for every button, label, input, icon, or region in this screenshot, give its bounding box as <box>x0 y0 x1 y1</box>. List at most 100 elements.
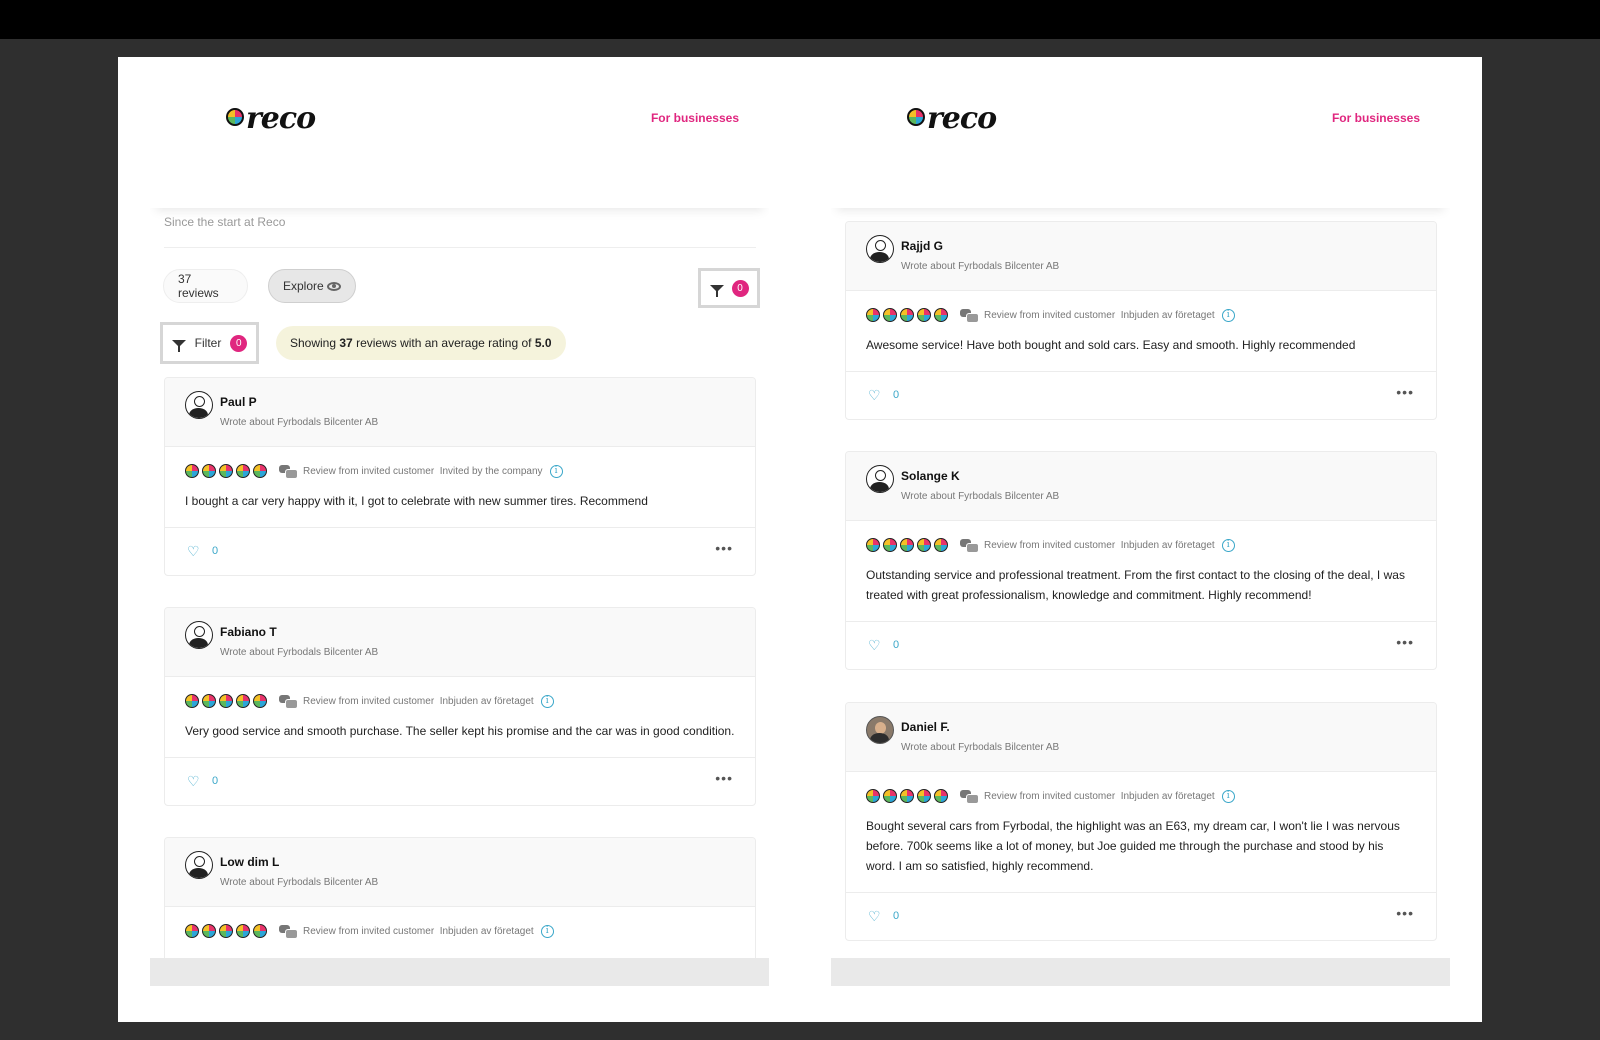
info-icon[interactable]: i <box>1221 538 1235 552</box>
star-icon <box>883 538 897 552</box>
star-icon <box>202 924 216 938</box>
star-icon <box>185 464 199 478</box>
rating-stars <box>185 924 267 938</box>
reviewer-name[interactable]: Solange K <box>901 469 960 483</box>
user-avatar-icon[interactable] <box>185 391 213 419</box>
more-icon[interactable]: ••• <box>1396 634 1414 650</box>
reviewer-name[interactable]: Daniel F. <box>901 720 950 734</box>
info-icon[interactable]: i <box>540 924 554 938</box>
star-icon <box>236 694 250 708</box>
logo-text: reco <box>927 101 997 136</box>
review-type: Review from invited customer Invited by … <box>303 465 543 477</box>
rating-stars <box>866 538 948 552</box>
user-avatar-icon[interactable] <box>866 235 894 263</box>
reco-logo[interactable]: reco <box>907 101 997 136</box>
chat-icon <box>279 695 298 709</box>
chat-icon <box>279 925 298 939</box>
review-text: Outstanding service and professional tre… <box>866 568 1405 602</box>
reviewer-name[interactable]: Fabiano T <box>220 625 277 639</box>
reviewer-name[interactable]: Paul P <box>220 395 257 409</box>
star-icon <box>934 308 948 322</box>
filter-icon-button[interactable]: 0 <box>698 268 760 308</box>
star-icon <box>917 308 931 322</box>
reco-logo[interactable]: reco <box>226 101 316 136</box>
heart-icon[interactable]: ♡ <box>868 909 881 923</box>
star-icon <box>900 308 914 322</box>
review-text: I bought a car very happy with it, I got… <box>185 494 648 508</box>
star-icon <box>236 464 250 478</box>
star-icon <box>253 924 267 938</box>
filter-label: Filter <box>194 336 222 350</box>
filter-icon <box>709 284 724 297</box>
reviews-count-label: 37 reviews <box>178 272 219 300</box>
summary-count: 37 <box>339 336 353 350</box>
user-avatar-icon[interactable] <box>866 465 894 493</box>
more-icon[interactable]: ••• <box>1396 384 1414 400</box>
heart-icon[interactable]: ♡ <box>187 774 200 788</box>
review-card: Solange K Wrote about Fyrbodals Bilcente… <box>845 451 1437 670</box>
user-avatar-icon[interactable] <box>185 851 213 879</box>
heart-icon[interactable]: ♡ <box>187 544 200 558</box>
star-icon <box>219 464 233 478</box>
filter-icon <box>171 339 186 352</box>
star-icon <box>934 789 948 803</box>
info-icon[interactable]: i <box>549 464 563 478</box>
like-count: 0 <box>212 545 219 557</box>
info-icon[interactable]: i <box>1221 308 1235 322</box>
wrote-about: Wrote about Fyrbodals Bilcenter AB <box>901 261 1060 272</box>
right-screen: reco For businesses Rajjd G Wrote about … <box>831 88 1450 986</box>
review-card: Rajjd G Wrote about Fyrbodals Bilcenter … <box>845 221 1437 420</box>
reco-logo-icon <box>226 108 244 126</box>
rating-summary: Showing 37 reviews with an average ratin… <box>276 326 566 360</box>
star-icon <box>866 538 880 552</box>
summary-middle: reviews with an average rating of <box>352 336 535 350</box>
reviews-count-pill[interactable]: 37 reviews <box>163 269 248 303</box>
filter-button[interactable]: Filter 0 <box>160 322 259 364</box>
review-type: Review from invited customer Inbjuden av… <box>303 925 534 937</box>
wrote-about: Wrote about Fyrbodals Bilcenter AB <box>901 491 1060 502</box>
reco-logo-icon <box>907 108 925 126</box>
filter-count-badge: 0 <box>230 334 248 352</box>
more-icon[interactable]: ••• <box>1396 905 1414 921</box>
star-icon <box>917 538 931 552</box>
star-icon <box>866 789 880 803</box>
star-icon <box>866 308 880 322</box>
info-icon[interactable]: i <box>540 694 554 708</box>
chat-icon <box>960 309 979 323</box>
rating-stars <box>866 308 948 322</box>
star-icon <box>917 789 931 803</box>
star-icon <box>219 694 233 708</box>
star-icon <box>185 924 199 938</box>
chat-icon <box>279 465 298 479</box>
star-icon <box>202 464 216 478</box>
reviewer-name[interactable]: Low dim L <box>220 855 279 869</box>
reviewer-name[interactable]: Rajjd G <box>901 239 943 253</box>
review-type: Review from invited customer Inbjuden av… <box>984 309 1215 321</box>
heart-icon[interactable]: ♡ <box>868 638 881 652</box>
screenshot-sheet: reco For businesses Since the start at R… <box>118 57 1482 1022</box>
star-icon <box>883 308 897 322</box>
review-text: Very good service and smooth purchase. T… <box>185 724 735 738</box>
chat-icon <box>960 539 979 553</box>
heart-icon[interactable]: ♡ <box>868 388 881 402</box>
rating-stars <box>185 464 267 478</box>
explore-button[interactable]: Explore <box>268 269 356 303</box>
star-icon <box>202 694 216 708</box>
for-businesses-link[interactable]: For businesses <box>1332 111 1420 125</box>
for-businesses-link[interactable]: For businesses <box>651 111 739 125</box>
review-text: Awesome service! Have both bought and so… <box>866 338 1356 352</box>
review-text: Bought several cars from Fyrbodal, the h… <box>866 819 1400 873</box>
info-icon[interactable]: i <box>1221 789 1235 803</box>
more-icon[interactable]: ••• <box>715 540 733 556</box>
like-count: 0 <box>893 639 900 651</box>
review-type: Review from invited customer Inbjuden av… <box>984 790 1215 802</box>
user-avatar-icon[interactable] <box>185 621 213 649</box>
logo-text: reco <box>246 101 316 136</box>
filter-count-badge: 0 <box>731 279 749 297</box>
star-icon <box>185 694 199 708</box>
wrote-about: Wrote about Fyrbodals Bilcenter AB <box>220 417 379 428</box>
more-icon[interactable]: ••• <box>715 770 733 786</box>
user-avatar-photo[interactable] <box>866 716 894 744</box>
star-icon <box>253 464 267 478</box>
chat-icon <box>960 790 979 804</box>
